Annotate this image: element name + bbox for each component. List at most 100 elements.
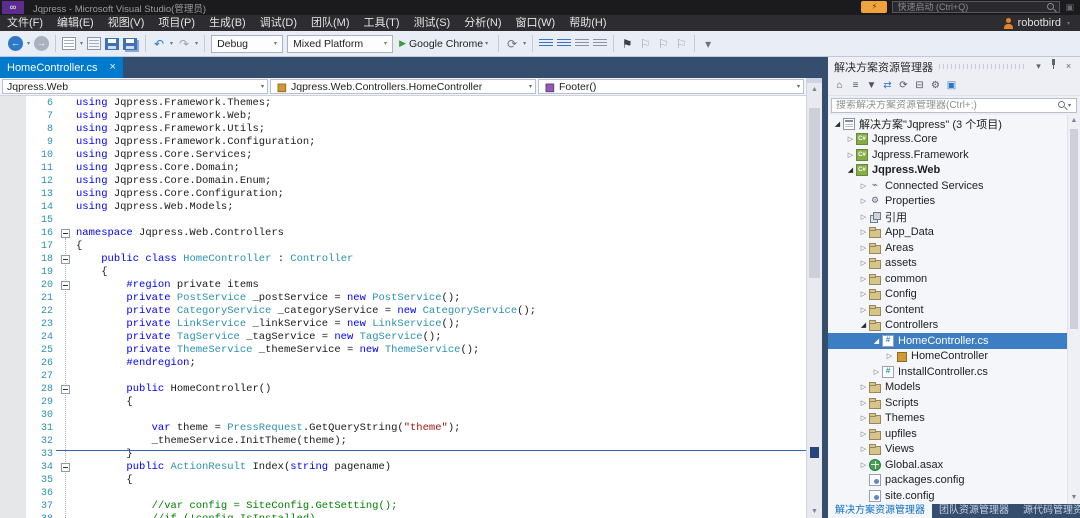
splitter-handle[interactable] <box>807 78 822 83</box>
chevron-down-icon[interactable]: ▾ <box>27 40 30 47</box>
code-line[interactable]: 27 <box>0 370 806 383</box>
tree-expander-icon[interactable]: ▷ <box>858 399 869 407</box>
chevron-down-icon[interactable]: ▾ <box>485 40 488 47</box>
tree-item[interactable]: ▷引用 <box>828 209 1067 225</box>
tree-item[interactable]: site.config <box>828 488 1067 504</box>
tree-item[interactable]: ▷Jqpress.Framework <box>828 147 1067 163</box>
chevron-down-icon[interactable]: ▾ <box>384 40 387 47</box>
tree-item[interactable]: ▷Scripts <box>828 395 1067 411</box>
refresh-icon[interactable]: ⟳ <box>897 80 910 91</box>
tree-item[interactable]: ◢Controllers <box>828 318 1067 334</box>
code-line[interactable]: 7using Jqpress.Framework.Web; <box>0 110 806 123</box>
increase-indent-icon[interactable] <box>575 39 589 48</box>
pin-icon[interactable] <box>1046 58 1061 75</box>
tree-item[interactable]: ▷App_Data <box>828 225 1067 241</box>
code-line[interactable]: 35 { <box>0 474 806 487</box>
code-editor[interactable]: 6using Jqpress.Framework.Themes;7using J… <box>0 96 806 518</box>
menu-item[interactable]: 编辑(E) <box>50 15 101 31</box>
menu-item[interactable]: 生成(B) <box>202 15 253 31</box>
undo-icon[interactable]: ↶ <box>152 36 166 52</box>
prev-bookmark-icon[interactable]: ⚐ <box>638 36 652 52</box>
navigate-back-icon[interactable]: ← <box>8 36 23 51</box>
code-line[interactable]: 8using Jqpress.Framework.Utils; <box>0 123 806 136</box>
code-line[interactable]: 24 private TagService _tagService = new … <box>0 331 806 344</box>
code-line[interactable]: 17{ <box>0 240 806 253</box>
tree-item[interactable]: ◢HomeController.cs <box>828 333 1067 349</box>
tree-expander-icon[interactable]: ◢ <box>871 337 882 345</box>
tool-window-tab[interactable]: 解决方案资源管理器 <box>828 504 932 518</box>
home-icon[interactable]: ⌂ <box>833 80 846 91</box>
filter-icon[interactable]: ▼ <box>865 80 878 91</box>
tree-expander-icon[interactable]: ▷ <box>884 352 895 360</box>
tree-item[interactable]: ◢Jqpress.Web <box>828 163 1067 179</box>
code-line[interactable]: 38 //if (!config.IsInstalled) <box>0 513 806 518</box>
tree-expander-icon[interactable]: ◢ <box>832 120 843 128</box>
tree-expander-icon[interactable]: ▷ <box>858 445 869 453</box>
tree-item[interactable]: ▷Jqpress.Core <box>828 132 1067 148</box>
tree-item[interactable]: ▷upfiles <box>828 426 1067 442</box>
code-line[interactable]: 26 #endregion; <box>0 357 806 370</box>
code-line[interactable]: 21 private PostService _postService = ne… <box>0 292 806 305</box>
menu-item[interactable]: 测试(S) <box>407 15 458 31</box>
toolbar-options-icon[interactable]: ▾ <box>701 36 715 52</box>
tree-item[interactable]: ▷Views <box>828 442 1067 458</box>
redo-icon[interactable]: ↷ <box>177 36 191 52</box>
menu-item[interactable]: 分析(N) <box>457 15 508 31</box>
code-line[interactable]: 31 var theme = PressRequest.GetQueryStri… <box>0 422 806 435</box>
menu-item[interactable]: 帮助(H) <box>562 15 613 31</box>
start-button[interactable]: ▶Google Chrome▾ <box>399 38 490 50</box>
code-line[interactable]: 19 { <box>0 266 806 279</box>
tree-item[interactable]: ▷Global.asax <box>828 457 1067 473</box>
tree-expander-icon[interactable]: ▷ <box>858 213 869 221</box>
code-line[interactable]: 34 public ActionResult Index(string page… <box>0 461 806 474</box>
scroll-down-arrow-icon[interactable]: ▼ <box>807 507 822 517</box>
solution-explorer-header[interactable]: 解决方案资源管理器 ▾ × <box>828 57 1080 76</box>
code-line[interactable]: 37 //var config = SiteConfig.GetSetting(… <box>0 500 806 513</box>
search-box[interactable]: ▾ <box>831 98 1077 113</box>
tree-item[interactable]: ▷Connected Services <box>828 178 1067 194</box>
add-item-icon[interactable] <box>87 37 101 50</box>
tree-item[interactable]: ▷Models <box>828 380 1067 396</box>
code-line[interactable]: 36 <box>0 487 806 500</box>
comment-icon[interactable] <box>539 39 553 48</box>
code-line[interactable]: 32 _themeService.InitTheme(theme); <box>0 435 806 448</box>
tree-expander-icon[interactable]: ▷ <box>858 290 869 298</box>
tool-window-tab[interactable]: 团队资源管理器 <box>932 504 1016 518</box>
tree-expander-icon[interactable]: ▷ <box>858 306 869 314</box>
chevron-down-icon[interactable]: ▾ <box>261 83 264 90</box>
scrollbar-thumb[interactable] <box>809 108 820 278</box>
code-line[interactable]: 14using Jqpress.Web.Models; <box>0 201 806 214</box>
save-icon[interactable] <box>105 38 119 50</box>
tool-window-tab[interactable]: 源代码管理资源管理器 <box>1016 504 1080 518</box>
chevron-down-icon[interactable]: ▾ <box>80 40 83 47</box>
menu-item[interactable]: 工具(T) <box>357 15 407 31</box>
chevron-down-icon[interactable]: ▾ <box>529 83 532 90</box>
scrollbar-thumb[interactable] <box>1070 129 1078 329</box>
solution-platforms-combo[interactable]: Mixed Platform▾ <box>287 35 393 53</box>
tree-expander-icon[interactable]: ▷ <box>858 182 869 190</box>
refresh-icon[interactable]: ⟳ <box>505 36 519 52</box>
switch-views-icon[interactable]: ≡ <box>849 80 862 91</box>
quick-launch-input[interactable] <box>897 2 1046 12</box>
new-file-icon[interactable] <box>62 37 76 50</box>
tree-expander-icon[interactable]: ◢ <box>858 321 869 329</box>
tree-expander-icon[interactable]: ▷ <box>858 259 869 267</box>
tree-scrollbar[interactable]: ▲ ▼ <box>1067 115 1080 504</box>
menu-item[interactable]: 视图(V) <box>101 15 152 31</box>
code-line[interactable]: 11using Jqpress.Core.Domain; <box>0 162 806 175</box>
code-line[interactable]: 25 private ThemeService _themeService = … <box>0 344 806 357</box>
fold-toggle-icon[interactable] <box>61 255 70 264</box>
menu-item[interactable]: 文件(F) <box>0 15 50 31</box>
tree-item[interactable]: packages.config <box>828 473 1067 489</box>
chevron-down-icon[interactable]: ▾ <box>523 40 526 47</box>
tree-expander-icon[interactable]: ▷ <box>858 228 869 236</box>
properties-icon[interactable]: ⚙ <box>929 80 942 91</box>
tree-item[interactable]: ▷common <box>828 271 1067 287</box>
project-combo[interactable]: Jqpress.Web ▾ <box>2 79 268 94</box>
code-line[interactable]: 12using Jqpress.Core.Domain.Enum; <box>0 175 806 188</box>
account-area[interactable]: robotbird ▾ <box>1003 15 1072 31</box>
close-icon[interactable]: × <box>109 62 115 73</box>
tree-expander-icon[interactable]: ▷ <box>858 197 869 205</box>
document-tab[interactable]: HomeController.cs × <box>0 57 123 78</box>
notification-flag-icon[interactable]: ⚡ <box>861 1 887 13</box>
